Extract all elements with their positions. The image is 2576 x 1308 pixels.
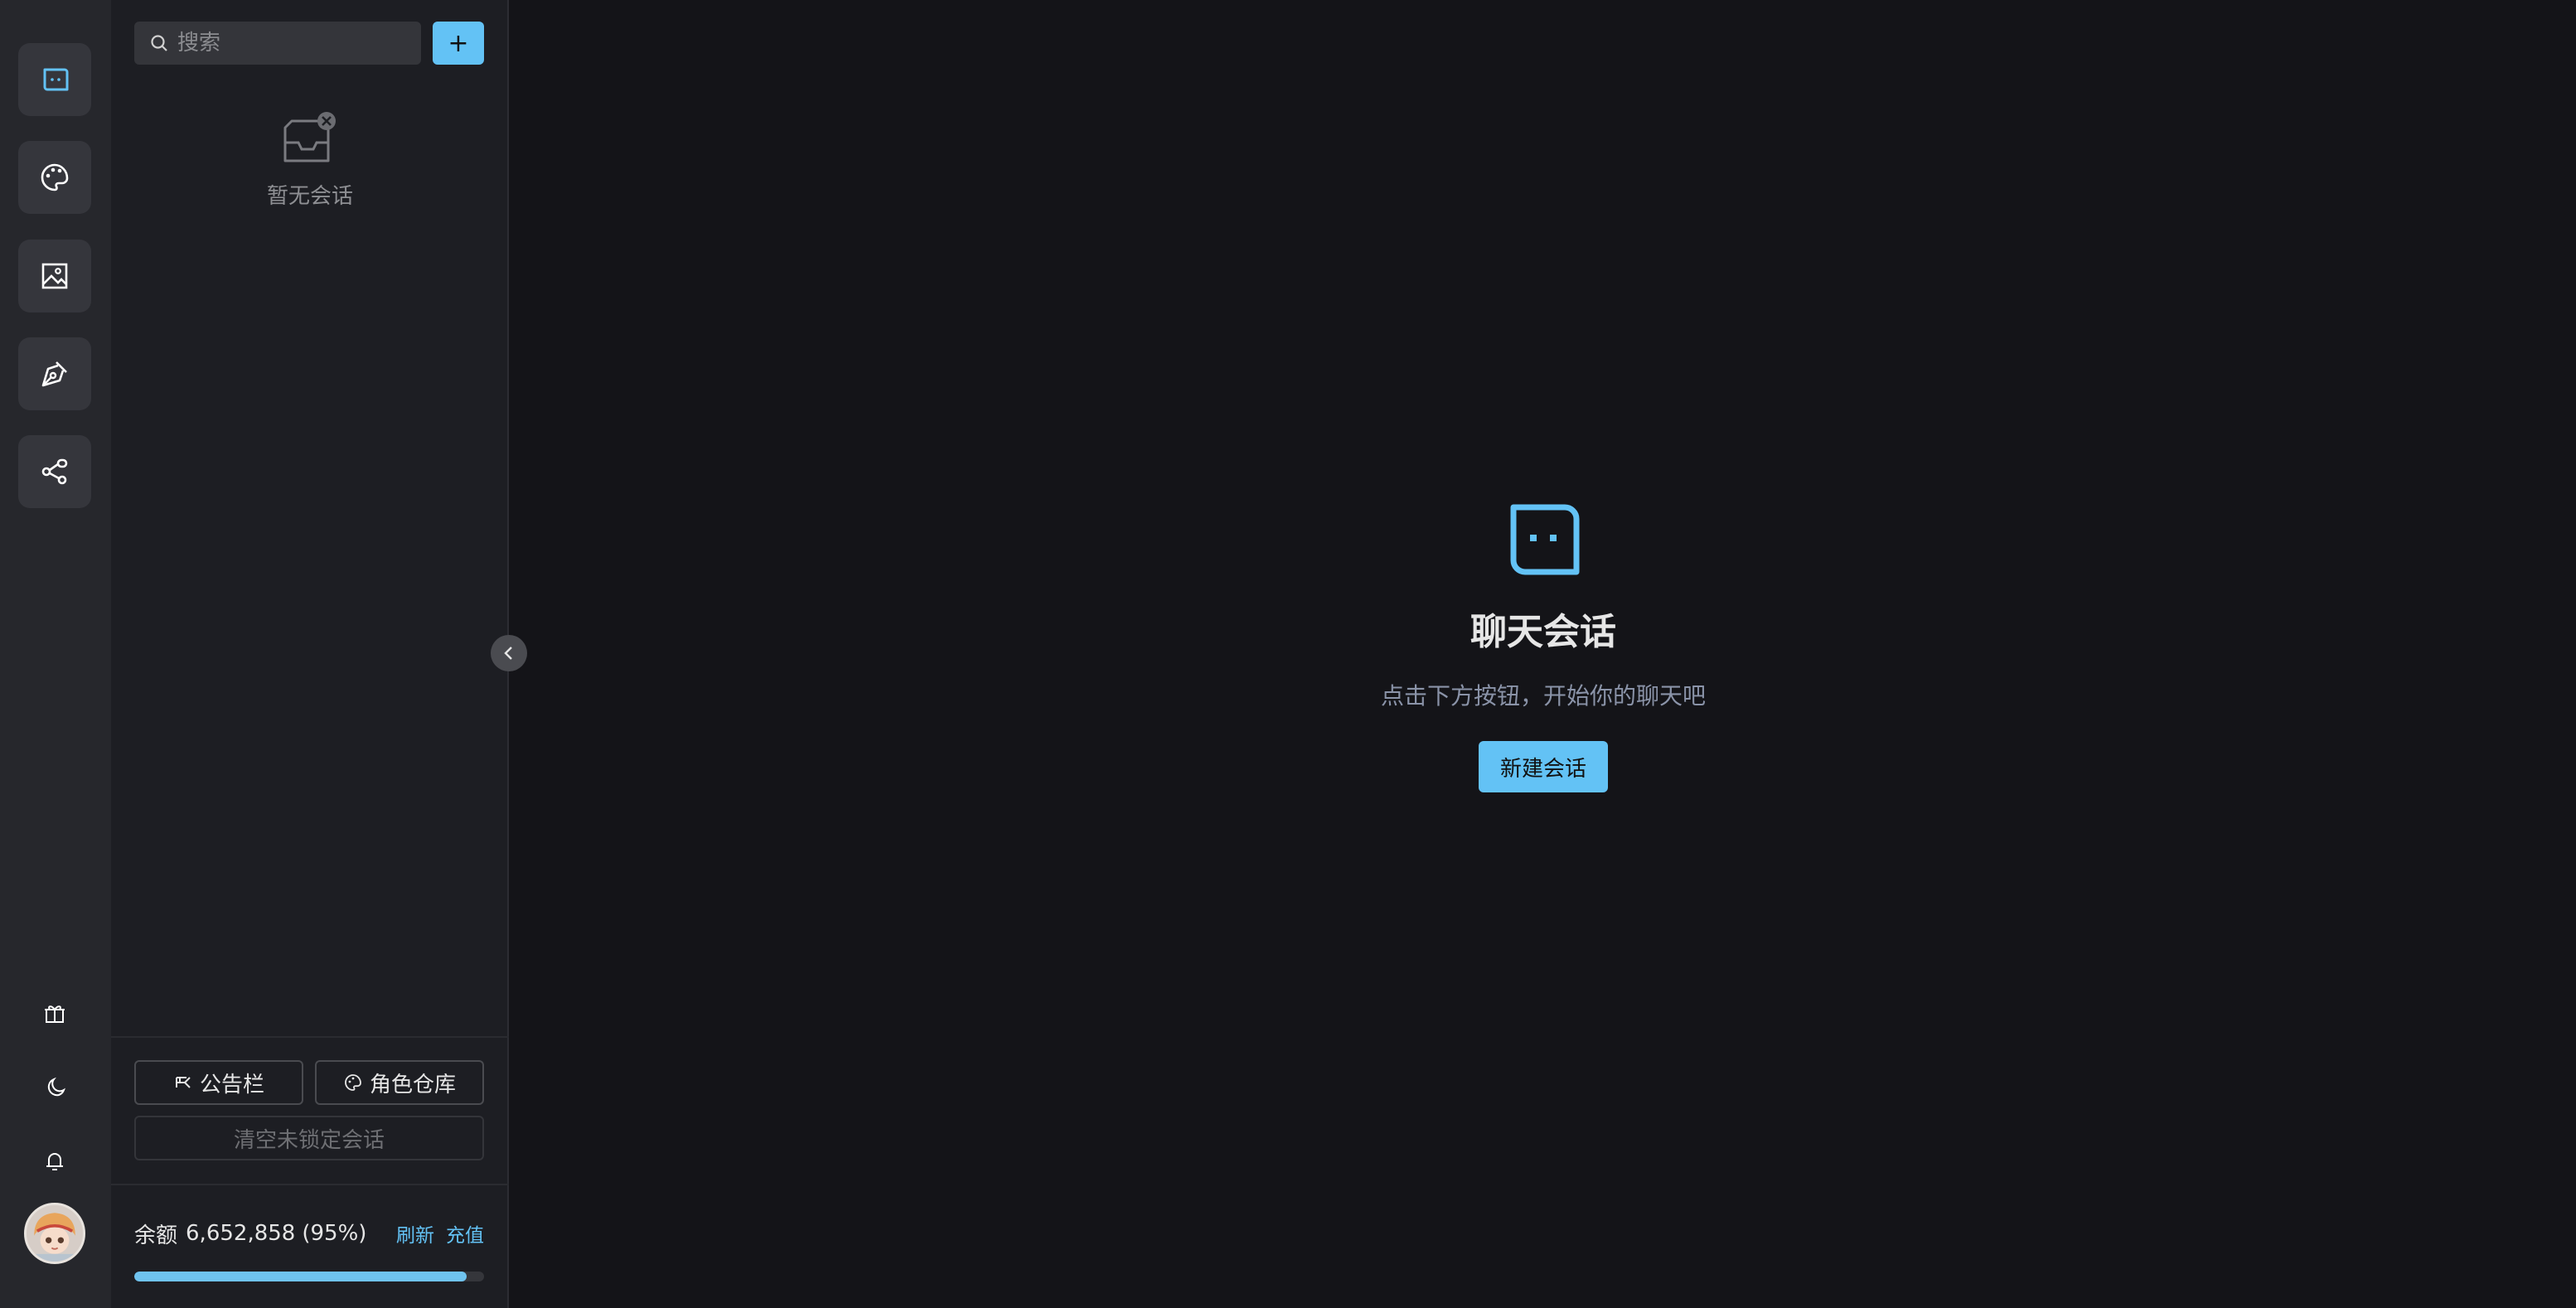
main-panel: 聊天会话 点击下方按钮，开始你的聊天吧 新建会话	[511, 0, 2576, 1308]
add-conversation-button[interactable]: +	[433, 22, 484, 65]
rail-notify-button[interactable]	[35, 1141, 75, 1181]
role-library-button[interactable]: 角色仓库	[315, 1060, 484, 1105]
avatar-illustration	[27, 1205, 83, 1262]
search-box	[134, 22, 446, 65]
bell-icon	[46, 1153, 63, 1170]
rail-palette-button[interactable]	[18, 141, 91, 214]
refresh-link[interactable]: 刷新	[396, 1219, 434, 1247]
empty-inbox-icon	[283, 112, 336, 162]
rail-gift-button[interactable]	[35, 993, 75, 1033]
clear-unlocked-button[interactable]: 清空未锁定会话	[134, 1116, 484, 1160]
recharge-link[interactable]: 充值	[446, 1219, 484, 1247]
divider	[111, 1184, 509, 1185]
app-root: + 暂无会话 公告栏 角色仓库 清空未锁定会话	[0, 0, 2576, 1308]
empty-state-text: 暂无会话	[266, 184, 353, 209]
palette-small-icon	[345, 1074, 361, 1091]
notice-board-label: 公告栏	[199, 1072, 264, 1097]
page-subtitle: 点击下方按钮，开始你的聊天吧	[1380, 682, 1706, 710]
rail-chat-button[interactable]	[18, 43, 91, 116]
new-chat-button[interactable]: 新建会话	[1479, 741, 1608, 792]
balance-progress-bar	[134, 1272, 484, 1281]
moon-icon	[47, 1077, 65, 1097]
balance-row: 余额 6,652,858 (95%) 刷新 充值	[134, 1218, 484, 1248]
balance-value: 6,652,858	[186, 1221, 296, 1246]
palette-icon	[41, 163, 69, 191]
empty-state: 暂无会话	[111, 109, 509, 210]
divider	[111, 1036, 509, 1038]
chat-bubble-icon	[43, 68, 69, 91]
rail-image-button[interactable]	[18, 240, 91, 312]
search-icon	[151, 35, 167, 51]
chat-bubble-icon	[1510, 504, 1580, 575]
icon-rail	[0, 0, 111, 1308]
avatar[interactable]	[24, 1203, 85, 1264]
balance-label: 余额	[134, 1223, 178, 1248]
welcome-hero: 聊天会话 点击下方按钮，开始你的聊天吧 新建会话	[511, 502, 2576, 792]
pen-tool-icon	[41, 361, 67, 387]
notice-board-button[interactable]: 公告栏	[134, 1060, 303, 1105]
balance-progress-fill	[134, 1272, 467, 1281]
rail-theme-button[interactable]	[35, 1068, 75, 1107]
image-icon	[41, 263, 68, 289]
rail-pen-button[interactable]	[18, 337, 91, 410]
conversation-sidebar: + 暂无会话 公告栏 角色仓库 清空未锁定会话	[111, 0, 509, 1308]
gift-icon	[45, 1005, 65, 1023]
balance-links: 刷新 充值	[396, 1219, 484, 1247]
notice-icon	[175, 1077, 191, 1088]
search-input[interactable]	[177, 31, 446, 56]
page-title: 聊天会话	[1470, 611, 1616, 653]
share-nodes-icon	[41, 458, 68, 485]
role-library-label: 角色仓库	[369, 1072, 456, 1097]
balance-percent: (95%)	[302, 1221, 367, 1246]
rail-share-button[interactable]	[18, 435, 91, 508]
